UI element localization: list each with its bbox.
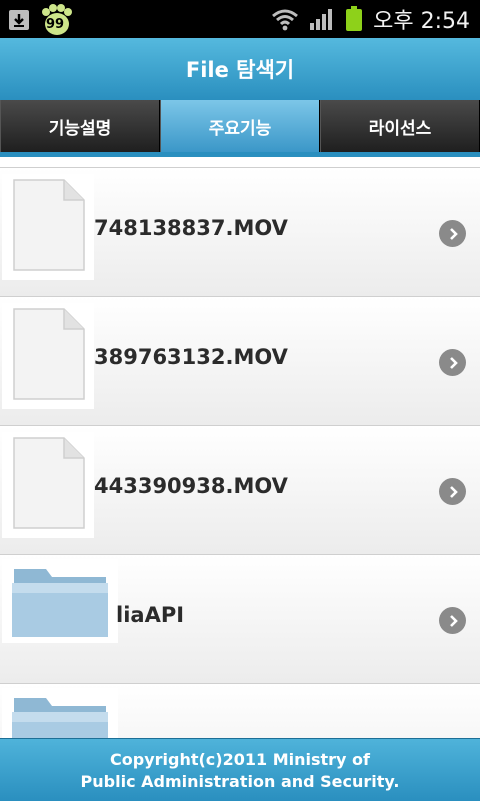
app-title-bar: File 탐색기 [0,38,480,101]
wifi-icon [272,9,299,31]
document-icon [2,303,94,409]
status-bar: 99 오후 2:54 [0,0,480,38]
list-item[interactable]: liaAPI [0,555,480,684]
tab-license[interactable]: 라이선스 [320,100,480,152]
file-name: 748138837.MOV [94,216,288,240]
document-icon [2,174,94,280]
file-name: 389763132.MOV [94,345,288,369]
signal-icon [310,9,333,30]
paw-badge-icon: 99 [40,4,74,36]
copyright-line-2: Public Administration and Security. [80,772,400,791]
list-item[interactable]: 389763132.MOV [0,297,480,426]
status-left: 99 [6,4,74,36]
copyright-footer: Copyright(c)2011 Ministry of Public Admi… [0,738,480,801]
tab-label: 주요기능 [208,118,272,139]
battery-icon [346,6,363,31]
tab-bar: 기능설명 주요기능 라이선스 [0,100,480,152]
chevron-right-icon[interactable] [439,220,466,247]
file-name: 443390938.MOV [94,474,288,498]
chevron-right-icon[interactable] [439,607,466,634]
tab-label: 라이선스 [368,118,432,139]
badge-count: 99 [46,17,65,32]
status-time: 오후 2:54 [373,9,470,34]
tab-feature-description[interactable]: 기능설명 [0,100,160,152]
folder-icon [2,559,118,643]
tab-main-features[interactable]: 주요기능 [160,100,320,152]
chevron-right-icon[interactable] [439,349,466,376]
tab-label: 기능설명 [48,118,112,139]
list-item-partial[interactable] [0,684,480,738]
file-list: 748138837.MOV 389763132.MOV 443390938.MO… [0,157,480,738]
list-item[interactable]: 443390938.MOV [0,426,480,555]
folder-icon [2,688,118,738]
folder-name: liaAPI [116,603,185,627]
chevron-right-icon[interactable] [439,478,466,505]
document-icon [2,432,94,538]
list-item[interactable]: 748138837.MOV [0,168,480,297]
status-right: 오후 2:54 [271,4,470,34]
list-top-gap [0,157,480,168]
copyright-line-1: Copyright(c)2011 Ministry of [110,750,370,769]
app-title: File 탐색기 [185,58,295,82]
download-icon [9,10,29,30]
